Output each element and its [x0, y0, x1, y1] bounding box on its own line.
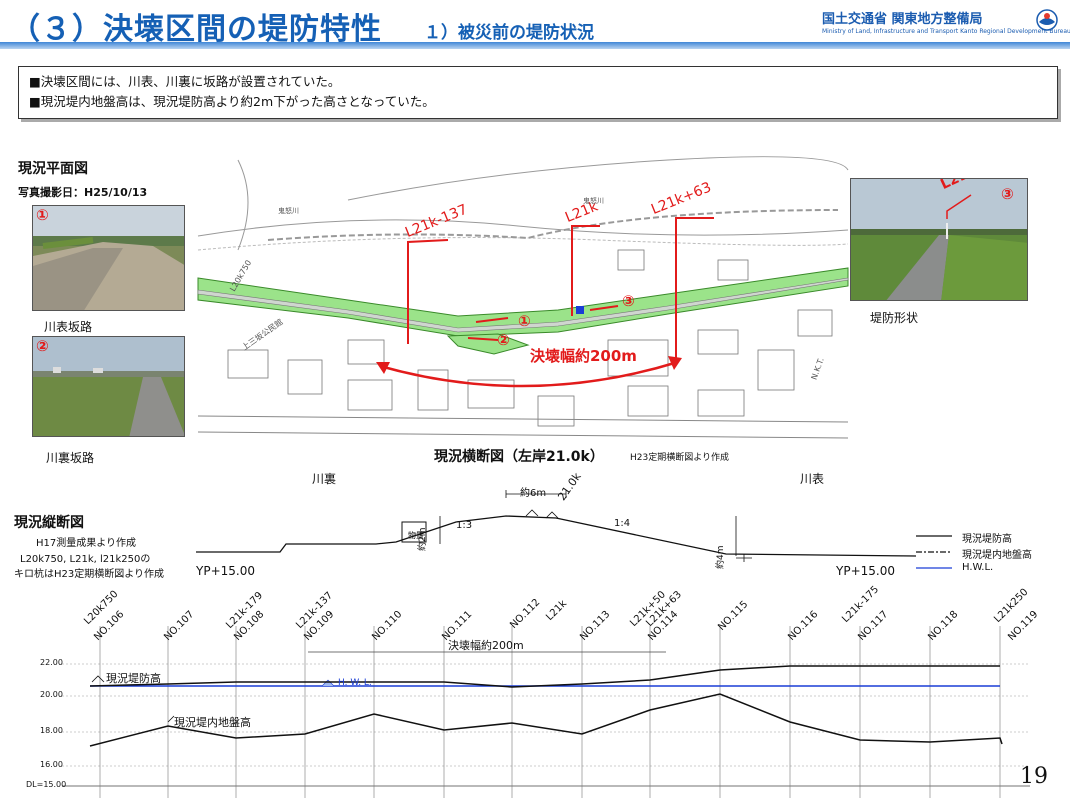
longitudinal-note-3: キロ杭はH23定期横断図より作成	[14, 569, 165, 580]
organization-block: 国土交通省 関東地方整備局 Ministry of Land, Infrastr…	[822, 8, 1070, 35]
slide-header: （３）決壊区間の堤防特性 １）被災前の堤防状況 国土交通省 関東地方整備局 Mi…	[0, 0, 1070, 52]
organization-name: 国土交通省 関東地方整備局	[822, 12, 983, 27]
map-label-river-1: 鬼怒川	[278, 207, 299, 215]
page-subtitle: １）被災前の堤防状況	[424, 23, 594, 43]
photo-3-marker-line	[946, 194, 972, 219]
plan-circle-1: ①	[518, 312, 531, 330]
mlit-logo-icon	[1036, 9, 1058, 31]
plan-map	[197, 140, 849, 458]
photo-3: ③ L21k	[850, 178, 1028, 301]
summary-line-2: ■現況堤内地盤高は、現況堤防高より約2m下がった高さとなっていた。	[29, 94, 435, 109]
breach-width-label: 決壊幅約200m	[530, 347, 637, 365]
map-label-river-2: 鬼怒川	[583, 197, 604, 205]
longitudinal-note-1: H17測量成果より作成	[36, 538, 137, 549]
longitudinal-profile	[62, 626, 1030, 798]
y-tick-20: 20.00	[40, 690, 63, 699]
page-number: 19	[1020, 764, 1048, 789]
photo-2-number: ②	[36, 337, 49, 355]
photo-2-image	[33, 337, 184, 436]
photo-date: 写真撮影日：H25/10/13	[18, 186, 148, 199]
cross-section-legend-lines	[916, 535, 952, 569]
photo-2-caption: 川裏坂路	[46, 451, 95, 465]
cross-section-source: H23定期横断図より作成	[630, 453, 730, 463]
longitudinal-heading: 現況縦断図	[14, 515, 84, 531]
legend-hwl: H.W.L.	[962, 562, 994, 573]
legend-levee-height: 現況堤防高	[962, 534, 1012, 545]
legend-ground-height: 現況堤内地盤高	[962, 550, 1032, 561]
cross-section-heading: 現況横断図（左岸21.0k）	[434, 449, 604, 465]
summary-box: ■決壊区間には、川表、川裏に坂路が設置されていた。 ■現況堤内地盤高は、現況堤防…	[18, 66, 1058, 119]
photo-1-caption: 川表坂路	[44, 320, 93, 334]
photo-3-caption: 堤防形状	[870, 311, 919, 325]
photo-1: ①	[32, 205, 185, 311]
plan-circle-2: ②	[497, 331, 510, 349]
levee-height-label: 現況堤防高	[106, 672, 161, 685]
photo-2: ②	[32, 336, 185, 437]
y-tick-22: 22.00	[40, 658, 63, 667]
y-tick-datum: DL=15.00	[26, 780, 67, 789]
longitudinal-breach-width: 決壊幅約200m	[448, 639, 524, 652]
cross-section-profile	[196, 490, 917, 562]
longitudinal-note-2: L20k750, L21k, l21k250の	[20, 554, 151, 565]
summary-line-1: ■決壊区間には、川表、川裏に坂路が設置されていた。	[29, 74, 341, 89]
plan-circle-3: ③	[622, 292, 635, 310]
y-tick-16: 16.00	[40, 760, 63, 769]
ground-height-label: 現況堤内地盤高	[174, 716, 251, 729]
hwl-label: H. W. L.	[338, 678, 372, 688]
header-divider	[0, 42, 1070, 49]
photo-1-number: ①	[36, 206, 49, 224]
plan-heading: 現況平面図	[18, 161, 88, 177]
photo-1-image	[33, 206, 184, 310]
organization-name-english: Ministry of Land, Infrastructure and Tra…	[822, 28, 1070, 35]
y-tick-18: 18.00	[40, 726, 63, 735]
